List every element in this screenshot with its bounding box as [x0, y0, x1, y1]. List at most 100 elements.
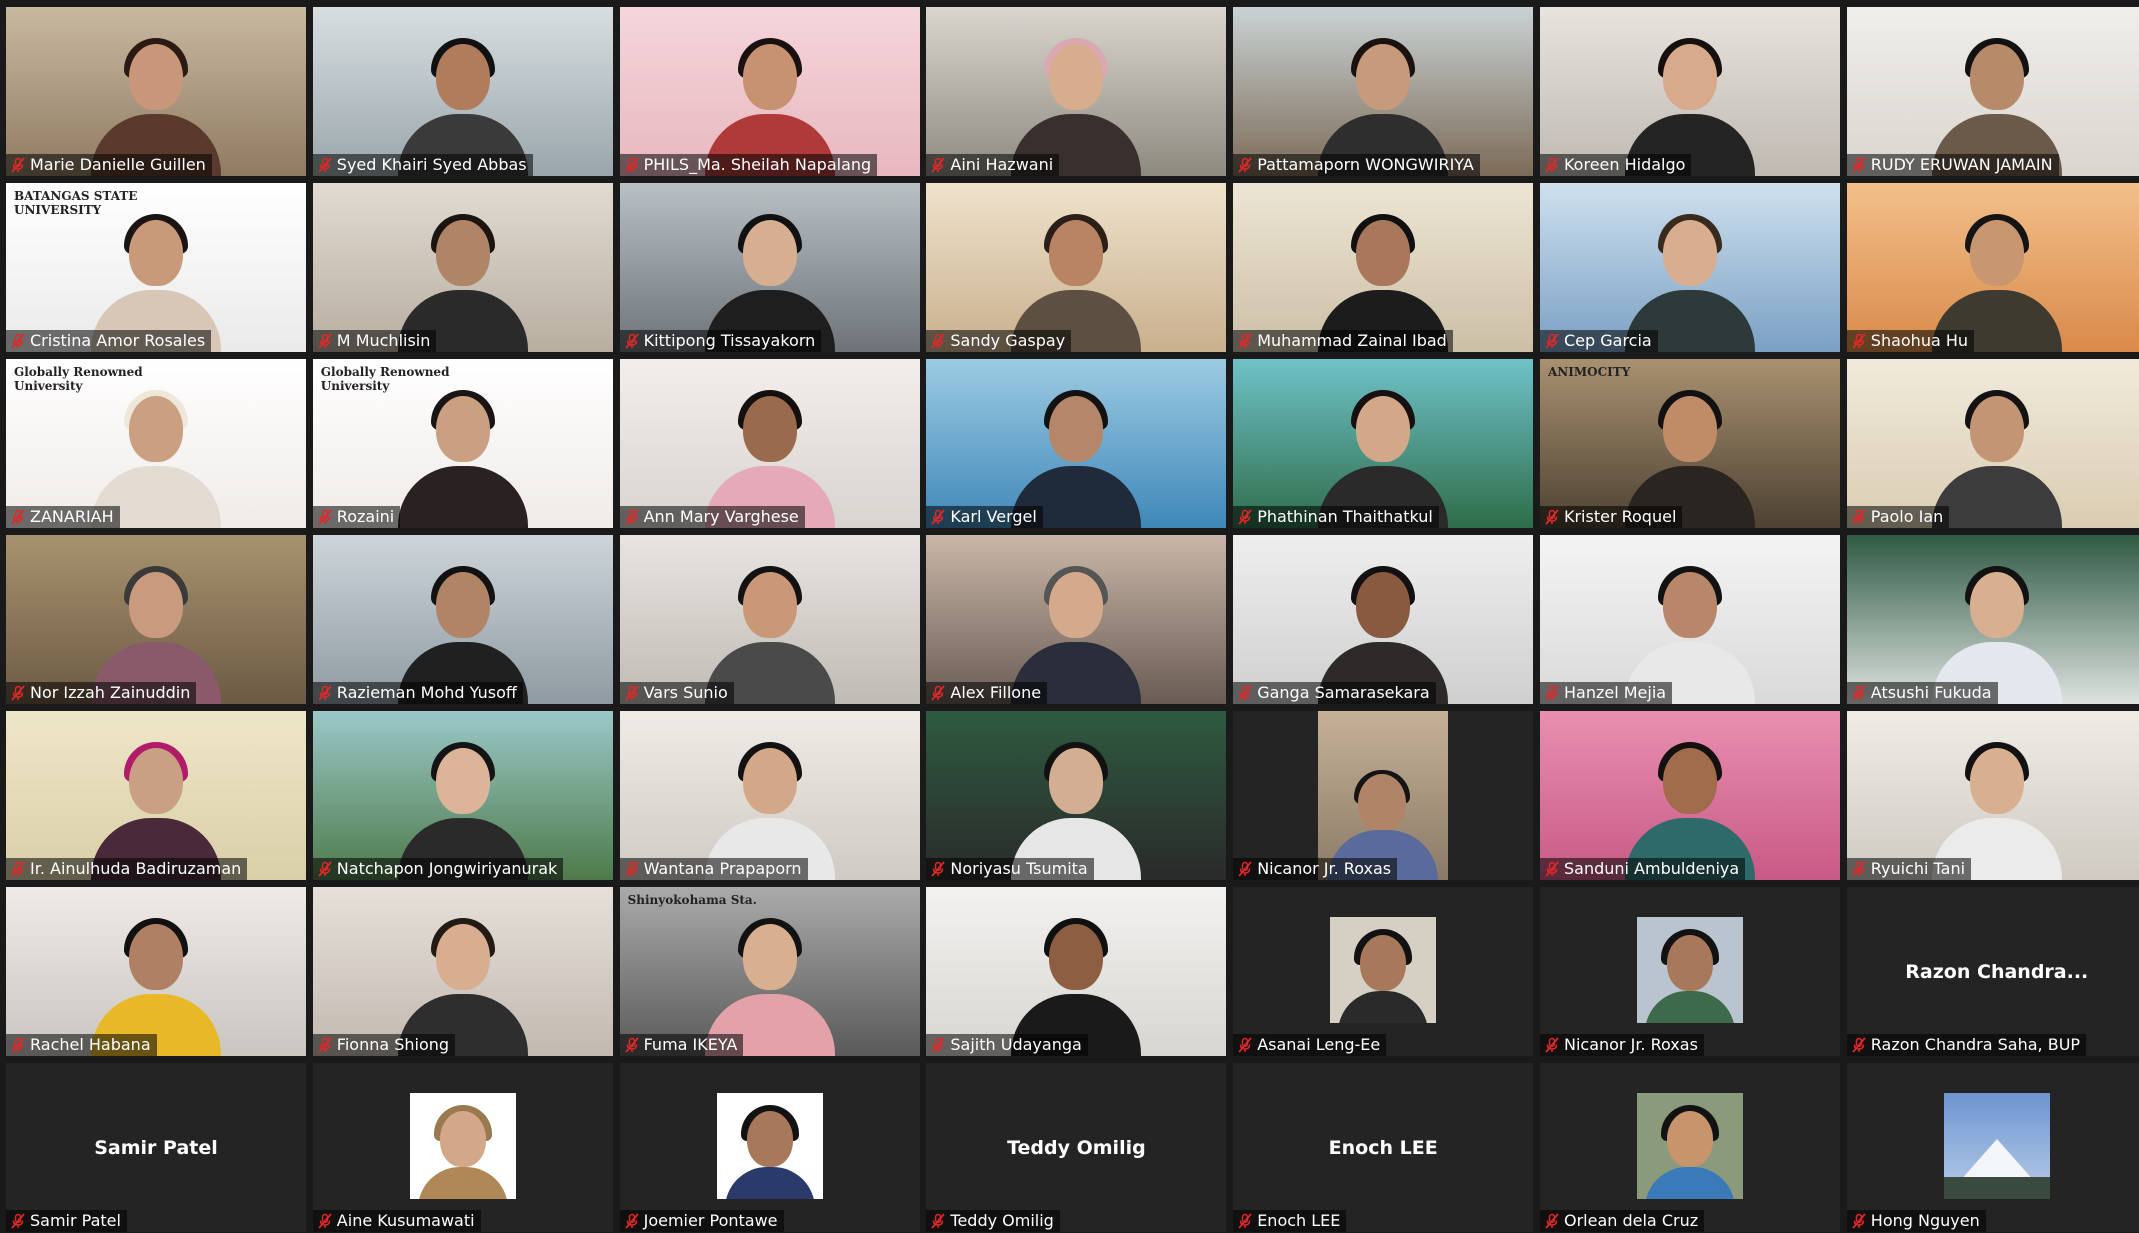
participant-tile[interactable]: Paolo Ian — [1846, 359, 2139, 528]
participant-name-bar: Cristina Amor Rosales — [6, 330, 212, 352]
participant-tile[interactable]: Shaohua Hu — [1846, 183, 2139, 352]
participant-tile[interactable]: Marie Danielle Guillen — [6, 7, 306, 176]
participant-tile[interactable]: Nor Izzah Zainuddin — [6, 535, 306, 704]
mic-muted-icon — [11, 333, 25, 349]
participant-tile[interactable]: Hanzel Mejia — [1539, 535, 1840, 704]
participant-name-bar: Samir Patel — [6, 1210, 127, 1232]
participant-tile[interactable]: Nicanor Jr. Roxas — [1539, 887, 1840, 1056]
participant-tile[interactable]: Sandy Gaspay — [926, 183, 1227, 352]
mic-muted-icon — [318, 333, 332, 349]
virtual-background-text: Shinyokohama Sta. — [627, 893, 757, 907]
participant-name-bar: Razon Chandra Saha, BUP — [1846, 1034, 2087, 1056]
mic-muted-icon — [1852, 1213, 1866, 1229]
participant-tile[interactable]: Aini Hazwani — [926, 7, 1227, 176]
participant-tile[interactable]: Alex Fillone — [926, 535, 1227, 704]
participant-tile[interactable]: Wantana Prapaporn — [619, 711, 920, 880]
participant-name: Fionna Shiong — [336, 1035, 450, 1054]
participant-tile[interactable]: Koreen Hidalgo — [1539, 7, 1840, 176]
participant-name-bar: Ryuichi Tani — [1846, 858, 1972, 880]
participant-tile[interactable]: Nicanor Jr. Roxas — [1233, 711, 1534, 880]
participant-name-bar: Joemier Pontawe — [619, 1210, 784, 1232]
participant-tile[interactable]: Globally Renowned University Rozaini — [312, 359, 613, 528]
participant-tile[interactable]: Aine Kusumawati — [312, 1063, 613, 1232]
participant-tile[interactable]: Ann Mary Varghese — [619, 359, 920, 528]
participant-tile[interactable]: ANIMOCITY Krister Roquel — [1539, 359, 1840, 528]
participant-name-bar: Cep Garcia — [1539, 330, 1658, 352]
participant-tile[interactable]: Joemier Pontawe — [619, 1063, 920, 1232]
mic-muted-icon — [931, 1037, 946, 1053]
participant-name: Fuma IKEYA — [643, 1035, 738, 1054]
participant-tile[interactable]: BATANGAS STATE UNIVERSITY Cristina Amor R… — [6, 183, 306, 352]
mic-muted-icon — [11, 1213, 25, 1229]
participant-name-bar: Krister Roquel — [1539, 506, 1683, 528]
mic-muted-icon — [931, 333, 946, 349]
participant-name: Aini Hazwani — [950, 155, 1054, 174]
participant-name-bar: Ann Mary Varghese — [619, 506, 805, 528]
mic-muted-icon — [931, 861, 946, 877]
participant-name-bar: Vars Sunio — [619, 682, 734, 704]
participant-name-bar: Nicanor Jr. Roxas — [1539, 1034, 1704, 1056]
participant-tile[interactable]: Vars Sunio — [619, 535, 920, 704]
participant-tile[interactable]: Kittipong Tissayakorn — [619, 183, 920, 352]
participant-display-name: Razon Chandra... — [1905, 960, 2089, 983]
participant-tile[interactable]: Muhammad Zainal Ibad — [1233, 183, 1534, 352]
participant-tile[interactable]: Pattamaporn WONGWIRIYA — [1233, 7, 1534, 176]
participant-name: Sajith Udayanga — [950, 1035, 1082, 1054]
participant-tile[interactable]: Ir. Ainulhuda Badiruzaman — [6, 711, 306, 880]
participant-tile[interactable]: Natchapon Jongwiriyanurak — [312, 711, 613, 880]
mic-muted-icon — [1852, 157, 1866, 173]
participant-tile[interactable]: M Muchlisin — [312, 183, 613, 352]
participant-tile[interactable]: Asanai Leng-Ee — [1233, 887, 1534, 1056]
participant-name-bar: Alex Fillone — [926, 682, 1048, 704]
participant-tile[interactable]: Shinyokohama Sta. Fuma IKEYA — [619, 887, 920, 1056]
participant-tile[interactable]: Sajith Udayanga — [926, 887, 1227, 1056]
participant-tile[interactable]: Syed Khairi Syed Abbas — [312, 7, 613, 176]
participant-tile[interactable]: Cep Garcia — [1539, 183, 1840, 352]
participant-tile[interactable]: Teddy Omilig Teddy Omilig — [926, 1063, 1227, 1232]
participant-tile[interactable]: Phathinan Thaithatkul — [1233, 359, 1534, 528]
participant-tile[interactable]: Rachel Habana — [6, 887, 306, 1056]
participant-name: Ryuichi Tani — [1870, 859, 1966, 878]
mic-muted-icon — [318, 685, 332, 701]
participant-name: Samir Patel — [30, 1211, 121, 1230]
participant-name-bar: ZANARIAH — [6, 506, 120, 528]
participant-tile[interactable]: Noriyasu Tsumita — [926, 711, 1227, 880]
mic-muted-icon — [624, 861, 639, 877]
participant-tile[interactable]: PHILS_Ma. Sheilah Napalang — [619, 7, 920, 176]
participant-name-bar: M Muchlisin — [312, 330, 437, 352]
participant-tile[interactable]: Enoch LEE Enoch LEE — [1233, 1063, 1534, 1232]
participant-tile[interactable]: Ganga Samarasekara — [1233, 535, 1534, 704]
participant-tile[interactable]: Sanduni Ambuldeniya — [1539, 711, 1840, 880]
participant-name: Nicanor Jr. Roxas — [1563, 1035, 1698, 1054]
participant-name: Cristina Amor Rosales — [30, 331, 206, 350]
participant-tile[interactable]: RUDY ERUWAN JAMAIN — [1846, 7, 2139, 176]
participant-name: Krister Roquel — [1563, 507, 1677, 526]
participant-name: Enoch LEE — [1257, 1211, 1341, 1230]
participant-tile[interactable]: Razieman Mohd Yusoff — [312, 535, 613, 704]
participant-name: Marie Danielle Guillen — [30, 155, 206, 174]
mic-muted-icon — [624, 509, 639, 525]
participant-tile[interactable]: Atsushi Fukuda — [1846, 535, 2139, 704]
participant-tile[interactable]: Globally Renowned University ZANARIAH — [6, 359, 306, 528]
mic-muted-icon — [624, 157, 639, 173]
participant-tile[interactable]: Ryuichi Tani — [1846, 711, 2139, 880]
participant-tile[interactable]: Fionna Shiong — [312, 887, 613, 1056]
mic-muted-icon — [318, 157, 332, 173]
participant-tile[interactable]: Orlean dela Cruz — [1539, 1063, 1840, 1232]
mic-muted-icon — [1852, 333, 1866, 349]
mic-muted-icon — [11, 157, 25, 173]
participant-name-bar: Hanzel Mejia — [1539, 682, 1673, 704]
mic-muted-icon — [318, 861, 332, 877]
participant-tile[interactable]: Samir Patel Samir Patel — [6, 1063, 306, 1232]
participant-name-bar: Sanduni Ambuldeniya — [1539, 858, 1746, 880]
participant-name: Joemier Pontawe — [643, 1211, 778, 1230]
mic-muted-icon — [931, 509, 946, 525]
participant-tile[interactable]: Karl Vergel — [926, 359, 1227, 528]
participant-name: Koreen Hidalgo — [1563, 155, 1686, 174]
participant-tile[interactable]: Hong Nguyen — [1846, 1063, 2139, 1232]
participant-tile[interactable]: Razon Chandra... Razon Chandra Saha, BUP — [1846, 887, 2139, 1056]
participant-name-bar: Karl Vergel — [926, 506, 1043, 528]
participant-name-bar: Shaohua Hu — [1846, 330, 1975, 352]
mic-muted-icon — [1852, 509, 1866, 525]
participant-name: Sanduni Ambuldeniya — [1563, 859, 1740, 878]
